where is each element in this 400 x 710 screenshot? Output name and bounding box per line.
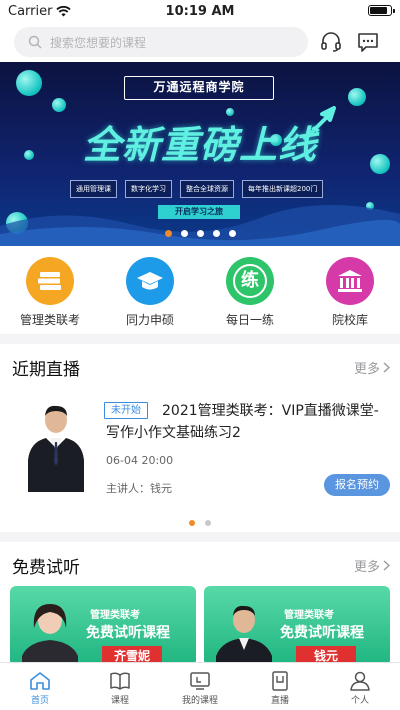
banner-pager xyxy=(0,230,400,237)
status-bar: Carrier 10:19 AM xyxy=(0,0,400,22)
status-badge: 未开始 xyxy=(104,402,148,419)
decor-dot xyxy=(52,98,66,112)
quick-nav-management-exam[interactable]: 管理类联考 xyxy=(0,246,100,334)
practice-icon: 练 xyxy=(226,257,274,305)
my-courses-icon xyxy=(190,672,210,690)
live-section: 近期直播 更多 未开始 2021管理类联考：VIP直播微课堂- 写作小作文基础练… xyxy=(0,344,400,532)
pager-dot[interactable] xyxy=(205,520,211,526)
pager-dot[interactable] xyxy=(189,520,195,526)
tab-courses[interactable]: 课程 xyxy=(80,663,160,710)
banner-headline: 全新重磅上线 xyxy=(82,123,317,167)
live-card[interactable]: 未开始 2021管理类联考：VIP直播微课堂- 写作小作文基础练习2 06-04… xyxy=(0,390,400,510)
tab-bar: 首页 课程 我的课程 直播 个人 xyxy=(0,662,400,710)
tab-label: 我的课程 xyxy=(181,696,218,706)
tab-home[interactable]: 首页 xyxy=(0,663,80,710)
tab-label: 首页 xyxy=(30,696,49,706)
course-card[interactable]: 管理类联考 免费试听课程 齐雪妮 xyxy=(10,586,196,666)
teacher-photo xyxy=(216,605,272,666)
more-label: 更多 xyxy=(353,361,380,377)
course-title: 免费试听课程 xyxy=(86,625,170,641)
section-header: 近期直播 更多 xyxy=(0,344,400,390)
pager-dot[interactable] xyxy=(164,230,172,237)
chevron-right-icon xyxy=(383,361,390,373)
banner-brand: 万通远程商学院 xyxy=(124,76,274,100)
quick-nav-label: 同力申硕 xyxy=(125,313,174,327)
course-category: 管理类联考 xyxy=(284,610,334,621)
university-icon xyxy=(326,257,374,305)
more-link[interactable]: 更多 xyxy=(354,556,390,575)
search-placeholder: 搜索您想要的课程 xyxy=(50,35,147,50)
course-title: 免费试听课程 xyxy=(280,625,364,641)
teacher-photo xyxy=(24,402,88,492)
live-title: 2021管理类联考：VIP直播微课堂- xyxy=(162,403,379,419)
tab-label: 个人 xyxy=(350,696,369,706)
section-title: 近期直播 xyxy=(12,359,80,380)
battery-icon xyxy=(368,5,395,16)
tab-my-courses[interactable]: 我的课程 xyxy=(160,663,240,710)
chat-icon[interactable] xyxy=(356,31,380,53)
graduation-cap-icon xyxy=(126,257,174,305)
live-title-continued: 写作小作文基础练习2 xyxy=(106,425,241,441)
headset-icon[interactable] xyxy=(319,31,343,53)
search-input[interactable]: 搜索您想要的课程 xyxy=(14,27,308,57)
reserve-button[interactable]: 报名预约 xyxy=(324,474,390,496)
battery-level xyxy=(370,7,388,14)
carrier-indicator: Carrier xyxy=(8,3,72,19)
quick-nav-university-library[interactable]: 院校库 xyxy=(300,246,400,334)
quick-nav-tongli-master[interactable]: 同力申硕 xyxy=(100,246,200,334)
practice-glyph: 练 xyxy=(233,264,267,298)
pager-dot[interactable] xyxy=(180,230,188,237)
quick-nav: 管理类联考 同力申硕 练 每日一练 院校库 xyxy=(0,246,400,334)
free-trial-section: 免费试听 更多 管理类联考 免费试听课程 齐雪妮 管理类联考 免费试听课程 钱元 xyxy=(0,542,400,672)
books-icon xyxy=(26,257,74,305)
promo-banner[interactable]: 万通远程商学院 全新重磅上线 通用管理课 数字化学习 整合全球资源 每年推出新课… xyxy=(0,62,400,246)
tab-profile[interactable]: 个人 xyxy=(320,663,400,710)
live-pager xyxy=(0,520,400,526)
wifi-icon xyxy=(56,5,72,16)
course-category: 管理类联考 xyxy=(90,610,140,621)
more-label: 更多 xyxy=(353,559,380,575)
person-icon xyxy=(350,671,370,691)
section-header: 免费试听 更多 xyxy=(0,542,400,588)
decor-dot xyxy=(16,70,42,96)
pager-dot[interactable] xyxy=(196,230,204,237)
live-lecturer: 主讲人：钱元 xyxy=(106,482,172,495)
tab-live[interactable]: 直播 xyxy=(240,663,320,710)
live-icon xyxy=(272,671,288,691)
quick-nav-label: 每日一练 xyxy=(225,313,274,327)
quick-nav-label: 管理类联考 xyxy=(19,313,80,327)
chevron-right-icon xyxy=(383,559,390,571)
tab-label: 课程 xyxy=(110,696,129,706)
live-time: 06-04 20:00 xyxy=(106,454,174,467)
quick-nav-label: 院校库 xyxy=(331,313,368,327)
tab-label: 直播 xyxy=(270,696,289,706)
quick-nav-daily-practice[interactable]: 练 每日一练 xyxy=(200,246,300,334)
banner-wave xyxy=(0,204,400,246)
home-icon xyxy=(30,672,50,690)
book-icon xyxy=(110,672,130,690)
course-card[interactable]: 管理类联考 免费试听课程 钱元 xyxy=(204,586,390,666)
pager-dot[interactable] xyxy=(212,230,220,237)
teacher-photo xyxy=(22,604,78,666)
more-link[interactable]: 更多 xyxy=(354,358,390,377)
decor-dot xyxy=(348,88,366,106)
pager-dot[interactable] xyxy=(228,230,236,237)
carrier-label: Carrier xyxy=(8,3,53,19)
search-icon xyxy=(28,35,42,49)
search-header: 搜索您想要的课程 xyxy=(0,22,400,62)
section-title: 免费试听 xyxy=(12,557,80,578)
